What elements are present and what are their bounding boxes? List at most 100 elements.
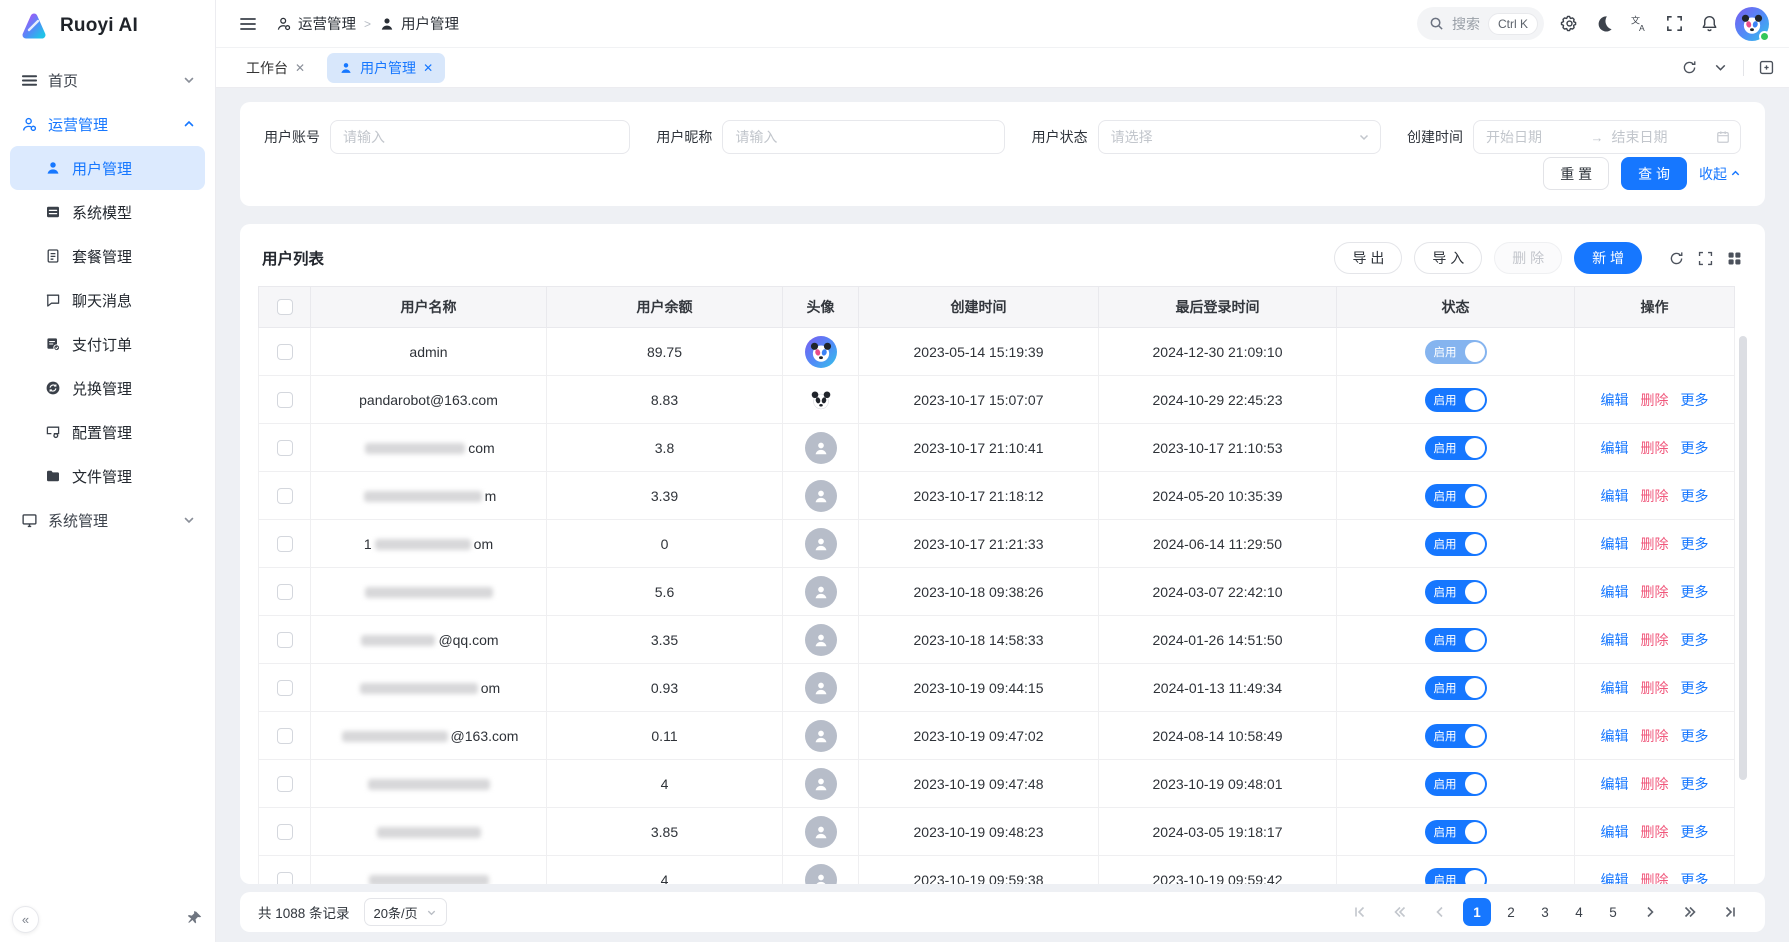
row-checkbox[interactable] [277,584,293,600]
edit-link[interactable]: 编辑 [1601,392,1629,408]
delete-link[interactable]: 删除 [1641,824,1669,840]
first-page-button[interactable] [1343,898,1377,926]
user-avatar[interactable] [1735,7,1769,41]
status-toggle[interactable]: 启用 [1425,580,1487,604]
delete-link[interactable]: 删除 [1641,488,1669,504]
tab-workbench[interactable]: 工作台 ✕ [234,53,317,83]
select-all-checkbox[interactable] [277,299,293,315]
page-1-button[interactable]: 1 [1463,898,1491,926]
translate-icon[interactable]: 文A [1630,14,1649,33]
sidebar-item-exchange-management[interactable]: 兑换管理 [10,366,205,410]
delete-link[interactable]: 删除 [1641,680,1669,696]
page-4-button[interactable]: 4 [1565,898,1593,926]
sidebar-item-file-management[interactable]: 文件管理 [10,454,205,498]
status-toggle[interactable]: 启用 [1425,772,1487,796]
more-link[interactable]: 更多 [1681,728,1709,744]
delete-link[interactable]: 删除 [1641,872,1669,885]
forward-five-pages-button[interactable] [1673,898,1707,926]
edit-link[interactable]: 编辑 [1601,488,1629,504]
status-toggle[interactable]: 启用 [1425,484,1487,508]
delete-link[interactable]: 删除 [1641,392,1669,408]
row-checkbox[interactable] [277,776,293,792]
sidebar-item-payment-orders[interactable]: 支付订单 [10,322,205,366]
more-link[interactable]: 更多 [1681,872,1709,885]
date-range-picker[interactable]: 开始日期 → 结束日期 [1473,120,1741,154]
notifications-bell-icon[interactable] [1700,14,1719,33]
status-toggle[interactable]: 启用 [1425,388,1487,412]
refresh-tabs-icon[interactable] [1681,59,1698,76]
status-toggle[interactable]: 启用 [1425,676,1487,700]
more-link[interactable]: 更多 [1681,776,1709,792]
sidebar-item-config-management[interactable]: 配置管理 [10,410,205,454]
status-toggle[interactable]: 启用 [1425,628,1487,652]
global-search[interactable]: 搜索 Ctrl K [1417,7,1544,40]
edit-link[interactable]: 编辑 [1601,776,1629,792]
delete-link[interactable]: 删除 [1641,776,1669,792]
sidebar-item-system[interactable]: 系统管理 [10,498,205,542]
page-size-select[interactable]: 20条/页 [364,898,447,926]
more-link[interactable]: 更多 [1681,536,1709,552]
more-link[interactable]: 更多 [1681,488,1709,504]
row-checkbox[interactable] [277,728,293,744]
page-2-button[interactable]: 2 [1497,898,1525,926]
import-button[interactable]: 导 入 [1414,242,1482,274]
account-input[interactable] [330,120,630,154]
table-fullscreen-icon[interactable] [1697,250,1714,267]
pin-icon[interactable] [185,910,203,928]
row-checkbox[interactable] [277,344,293,360]
status-toggle[interactable]: 启用 [1425,532,1487,556]
more-link[interactable]: 更多 [1681,632,1709,648]
row-checkbox[interactable] [277,392,293,408]
status-toggle[interactable]: 启用 [1425,820,1487,844]
row-checkbox[interactable] [277,824,293,840]
page-5-button[interactable]: 5 [1599,898,1627,926]
brand-logo[interactable]: Ruoyi AI [0,0,215,52]
back-five-pages-button[interactable] [1383,898,1417,926]
sidebar-item-chat-messages[interactable]: 聊天消息 [10,278,205,322]
row-checkbox[interactable] [277,440,293,456]
settings-gear-icon[interactable] [1560,14,1579,33]
status-toggle[interactable]: 启用 [1425,724,1487,748]
breadcrumb-item-ops[interactable]: 运营管理 [276,13,356,34]
nickname-input[interactable] [722,120,1005,154]
page-3-button[interactable]: 3 [1531,898,1559,926]
chevron-down-icon[interactable] [1712,59,1729,76]
status-toggle[interactable]: 启用 [1425,436,1487,460]
last-page-button[interactable] [1713,898,1747,926]
more-link[interactable]: 更多 [1681,584,1709,600]
edit-link[interactable]: 编辑 [1601,728,1629,744]
sidebar-item-ops[interactable]: 运营管理 [10,102,205,146]
edit-link[interactable]: 编辑 [1601,536,1629,552]
search-button[interactable]: 查 询 [1621,157,1687,190]
status-toggle[interactable]: 启用 [1425,340,1487,364]
column-settings-icon[interactable] [1726,250,1743,267]
delete-button[interactable]: 删 除 [1494,242,1562,274]
row-checkbox[interactable] [277,872,293,885]
next-page-button[interactable] [1633,898,1667,926]
collapse-filters-link[interactable]: 收起 [1699,164,1741,184]
edit-link[interactable]: 编辑 [1601,632,1629,648]
close-tab-icon[interactable]: ✕ [295,61,305,75]
delete-link[interactable]: 删除 [1641,536,1669,552]
fullscreen-icon[interactable] [1665,14,1684,33]
row-checkbox[interactable] [277,680,293,696]
more-link[interactable]: 更多 [1681,824,1709,840]
table-scrollbar[interactable] [1739,336,1747,780]
reset-button[interactable]: 重 置 [1543,157,1609,190]
refresh-table-icon[interactable] [1668,250,1685,267]
status-select[interactable]: 请选择 [1098,120,1381,154]
content-fullscreen-icon[interactable] [1758,59,1775,76]
sidebar-collapse-button[interactable]: « [12,906,39,933]
dark-mode-moon-icon[interactable] [1595,14,1614,33]
sidebar-item-user-management[interactable]: 用户管理 [10,146,205,190]
row-checkbox[interactable] [277,488,293,504]
edit-link[interactable]: 编辑 [1601,680,1629,696]
more-link[interactable]: 更多 [1681,392,1709,408]
more-link[interactable]: 更多 [1681,440,1709,456]
more-link[interactable]: 更多 [1681,680,1709,696]
breadcrumb-item-users[interactable]: 用户管理 [379,13,459,34]
sidebar-item-home[interactable]: 首页 [10,58,205,102]
hamburger-menu-icon[interactable] [238,14,258,34]
delete-link[interactable]: 删除 [1641,440,1669,456]
edit-link[interactable]: 编辑 [1601,440,1629,456]
